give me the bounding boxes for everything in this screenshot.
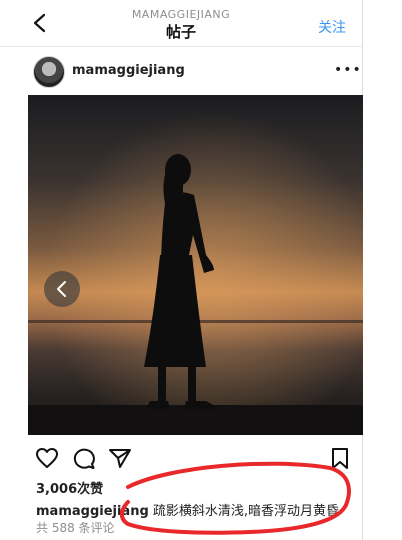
post-username[interactable]: mamaggiejiang	[72, 63, 185, 78]
like-count[interactable]: 3,006次赞	[36, 478, 103, 497]
bookmark-icon[interactable]	[328, 447, 352, 469]
top-bar: MAMAGGIEJIANG 帖子 关注	[0, 0, 362, 47]
carousel-prev-icon[interactable]	[44, 271, 80, 307]
page-title: 帖子	[165, 23, 196, 41]
post-image[interactable]	[28, 95, 363, 435]
header-username: MAMAGGIEJIANG	[131, 8, 231, 21]
caption: mamaggiejiang 疏影横斜水清浅,暗香浮动月黄昏	[36, 500, 339, 519]
avatar[interactable]	[33, 56, 65, 88]
more-dots-icon[interactable]: •••	[334, 62, 362, 78]
follow-button[interactable]: 关注	[318, 17, 346, 37]
caption-username[interactable]: mamaggiejiang	[36, 504, 149, 519]
heart-icon[interactable]	[35, 447, 59, 469]
caption-text: 疏影横斜水清浅,暗香浮动月黄昏	[152, 504, 340, 519]
comment-icon[interactable]	[72, 447, 96, 469]
view-comments-link[interactable]: 共 588 条评论	[36, 519, 115, 536]
send-icon[interactable]	[108, 447, 132, 469]
